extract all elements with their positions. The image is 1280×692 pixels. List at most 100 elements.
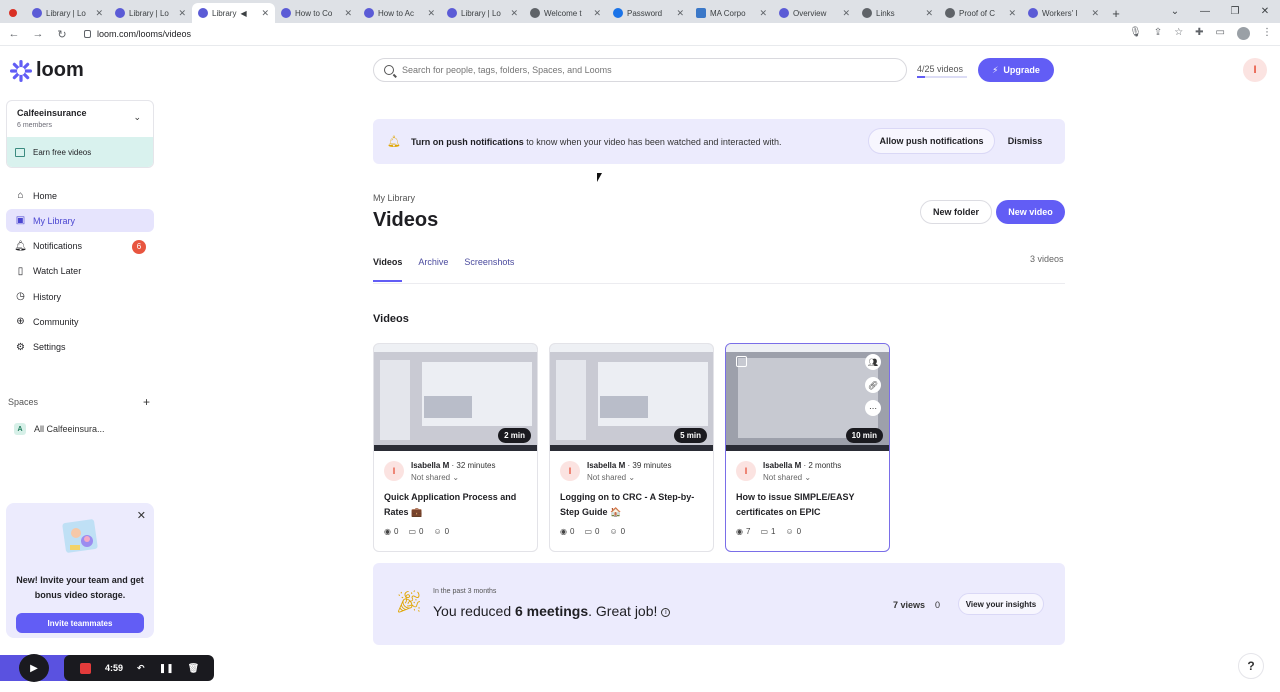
browser-tab[interactable]: Library | Lo ✕ — [109, 3, 192, 23]
sidebar-item-space[interactable]: A All Calfeeinsura... — [14, 423, 105, 435]
close-tab-icon[interactable]: ✕ — [510, 8, 518, 19]
video-card[interactable]: 2 min I Isabella M · 32 minutes Not shar… — [373, 343, 538, 552]
close-tab-icon[interactable]: ✕ — [178, 8, 186, 19]
video-title[interactable]: Logging on to CRC - A Step-by-Step Guide… — [560, 490, 708, 520]
close-tab-icon[interactable]: ✕ — [676, 8, 684, 19]
browser-tab[interactable]: Proof of C ✕ — [939, 3, 1022, 23]
sidepanel-icon[interactable]: ▭ — [1216, 27, 1225, 40]
browser-tab[interactable]: Workers' I ✕ — [1022, 3, 1105, 23]
new-tab-button[interactable]: + — [1105, 3, 1127, 23]
share-status-dropdown[interactable]: Not shared ⌄ — [411, 473, 496, 482]
loom-logo[interactable]: loom — [10, 59, 84, 82]
copy-link-icon[interactable]: 🔗︎ — [865, 377, 881, 393]
breadcrumb[interactable]: My Library — [373, 193, 415, 203]
share-icon[interactable]: ⇪ — [1154, 27, 1162, 40]
tab-screenshots[interactable]: Screenshots — [464, 257, 514, 282]
close-tab-icon[interactable]: ✕ — [427, 8, 435, 19]
browser-tab[interactable]: Password ✕ — [607, 3, 690, 23]
info-icon[interactable]: i — [661, 607, 671, 617]
tab-search-icon[interactable]: ⌄ — [1160, 0, 1190, 23]
tab-videos[interactable]: Videos — [373, 257, 403, 282]
add-space-icon[interactable]: + — [143, 395, 150, 409]
stop-recording-icon[interactable] — [80, 662, 91, 674]
sidebar-item-notifications[interactable]: 🔔︎ Notifications 6 — [6, 235, 154, 258]
video-thumbnail[interactable]: 2 min — [374, 344, 537, 451]
close-tab-icon[interactable]: ✕ — [344, 8, 352, 19]
mic-icon[interactable]: 🎙 — [1129, 27, 1142, 40]
browser-tab-active[interactable]: Library ◀ ✕ — [192, 3, 275, 23]
browser-tab[interactable]: Library | Lo ✕ — [26, 3, 109, 23]
close-tab-icon[interactable]: ✕ — [593, 8, 601, 19]
recording-timer: 4:59 — [105, 663, 124, 673]
camera-icon[interactable]: ▶ — [19, 654, 49, 682]
url-field[interactable]: loom.com/looms/videos — [84, 29, 191, 39]
dismiss-button[interactable]: Dismiss — [1002, 128, 1048, 154]
browser-tab[interactable]: How to Ac ✕ — [358, 3, 441, 23]
forward-icon[interactable]: → — [28, 28, 48, 40]
close-tab-icon[interactable]: ✕ — [95, 8, 103, 19]
menu-icon[interactable]: ⋮ — [1262, 27, 1272, 40]
view-insights-button[interactable]: View your insights — [958, 593, 1044, 615]
earn-free-videos-link[interactable]: Earn free videos — [7, 137, 153, 167]
reload-icon[interactable]: ↻ — [52, 28, 72, 41]
close-icon[interactable]: ✕ — [137, 509, 146, 522]
video-thumbnail[interactable]: 👥︎ 🔗︎ ⋯ 10 min — [726, 344, 889, 451]
star-icon[interactable]: ☆ — [1174, 27, 1183, 40]
browser-tab[interactable]: MA Corpo ✕ — [690, 3, 773, 23]
new-folder-button[interactable]: New folder — [920, 200, 992, 224]
video-title[interactable]: Quick Application Process and Rates 💼 — [384, 490, 532, 520]
browser-tab[interactable]: Library | Lo ✕ — [441, 3, 524, 23]
upgrade-button[interactable]: ⚡︎ Upgrade — [978, 58, 1054, 82]
close-window-icon[interactable]: ✕ — [1250, 0, 1280, 23]
workspace-switcher[interactable]: Calfeeinsurance 6 members ⌄ Earn free vi… — [6, 100, 154, 168]
sidebar-item-watch-later[interactable]: ▯ Watch Later — [6, 260, 154, 283]
sidebar: loom Calfeeinsurance 6 members ⌄ Earn fr… — [0, 47, 160, 692]
share-status-dropdown[interactable]: Not shared ⌄ — [763, 473, 841, 482]
browser-tab[interactable]: Overview ✕ — [773, 3, 856, 23]
tab-archive[interactable]: Archive — [418, 257, 448, 282]
video-card-hovered[interactable]: 👥︎ 🔗︎ ⋯ 10 min I Isabella M · 2 months N… — [725, 343, 890, 552]
video-card[interactable]: 5 min I Isabella M · 39 minutes Not shar… — [549, 343, 714, 552]
sidebar-item-community[interactable]: ⊕ Community — [6, 310, 154, 333]
browser-tab[interactable]: Links ✕ — [856, 3, 939, 23]
close-tab-icon[interactable]: ✕ — [925, 8, 933, 19]
user-avatar[interactable]: I — [1243, 58, 1267, 82]
lightning-icon: ⚡︎ — [992, 64, 999, 75]
close-tab-icon[interactable]: ✕ — [842, 8, 850, 19]
extensions-icon[interactable]: ✚ — [1195, 27, 1203, 40]
video-count-meter[interactable]: 4/25 videos — [917, 64, 968, 78]
close-tab-icon[interactable]: ✕ — [1008, 8, 1016, 19]
invite-teammates-button[interactable]: Invite teammates — [16, 613, 144, 633]
search-icon — [384, 65, 394, 75]
search-input[interactable] — [402, 65, 882, 75]
restart-icon[interactable]: ↶ — [137, 663, 145, 674]
select-checkbox[interactable] — [736, 356, 747, 367]
share-people-icon[interactable]: 👥︎ — [865, 354, 881, 370]
allow-push-notifications-button[interactable]: Allow push notifications — [868, 128, 995, 154]
maximize-icon[interactable]: ❐ — [1220, 0, 1250, 23]
search-bar[interactable] — [373, 58, 907, 82]
more-options-icon[interactable]: ⋯ — [865, 400, 881, 416]
video-thumbnail[interactable]: 5 min — [550, 344, 713, 451]
sidebar-item-history[interactable]: ◷ History — [6, 285, 154, 308]
trash-icon[interactable]: 🗑︎ — [188, 663, 199, 674]
profile-avatar[interactable] — [1237, 27, 1250, 40]
share-status-dropdown[interactable]: Not shared ⌄ — [587, 473, 672, 482]
sidebar-item-home[interactable]: ⌂ Home — [6, 184, 154, 207]
close-tab-icon[interactable]: ✕ — [261, 8, 269, 19]
close-tab-icon[interactable]: ✕ — [1091, 8, 1099, 19]
new-video-button[interactable]: New video — [996, 200, 1065, 224]
sidebar-item-my-library[interactable]: ▣ My Library — [6, 209, 154, 233]
browser-tab[interactable]: How to Co ✕ — [275, 3, 358, 23]
help-button[interactable]: ? — [1238, 653, 1264, 679]
sidebar-item-settings[interactable]: ⚙ Settings — [6, 336, 154, 359]
loom-favicon-icon — [32, 8, 42, 18]
back-icon[interactable]: ← — [4, 28, 24, 40]
minimize-icon[interactable]: — — [1190, 0, 1220, 23]
browser-tab[interactable]: Welcome t ✕ — [524, 3, 607, 23]
close-tab-icon[interactable]: ✕ — [759, 8, 767, 19]
smiley-icon: ☺ — [609, 527, 618, 536]
video-title[interactable]: How to issue SIMPLE/EASY certificates on… — [736, 490, 884, 520]
pause-icon[interactable]: ❚❚ — [159, 663, 174, 674]
section-title: Videos — [373, 313, 409, 325]
